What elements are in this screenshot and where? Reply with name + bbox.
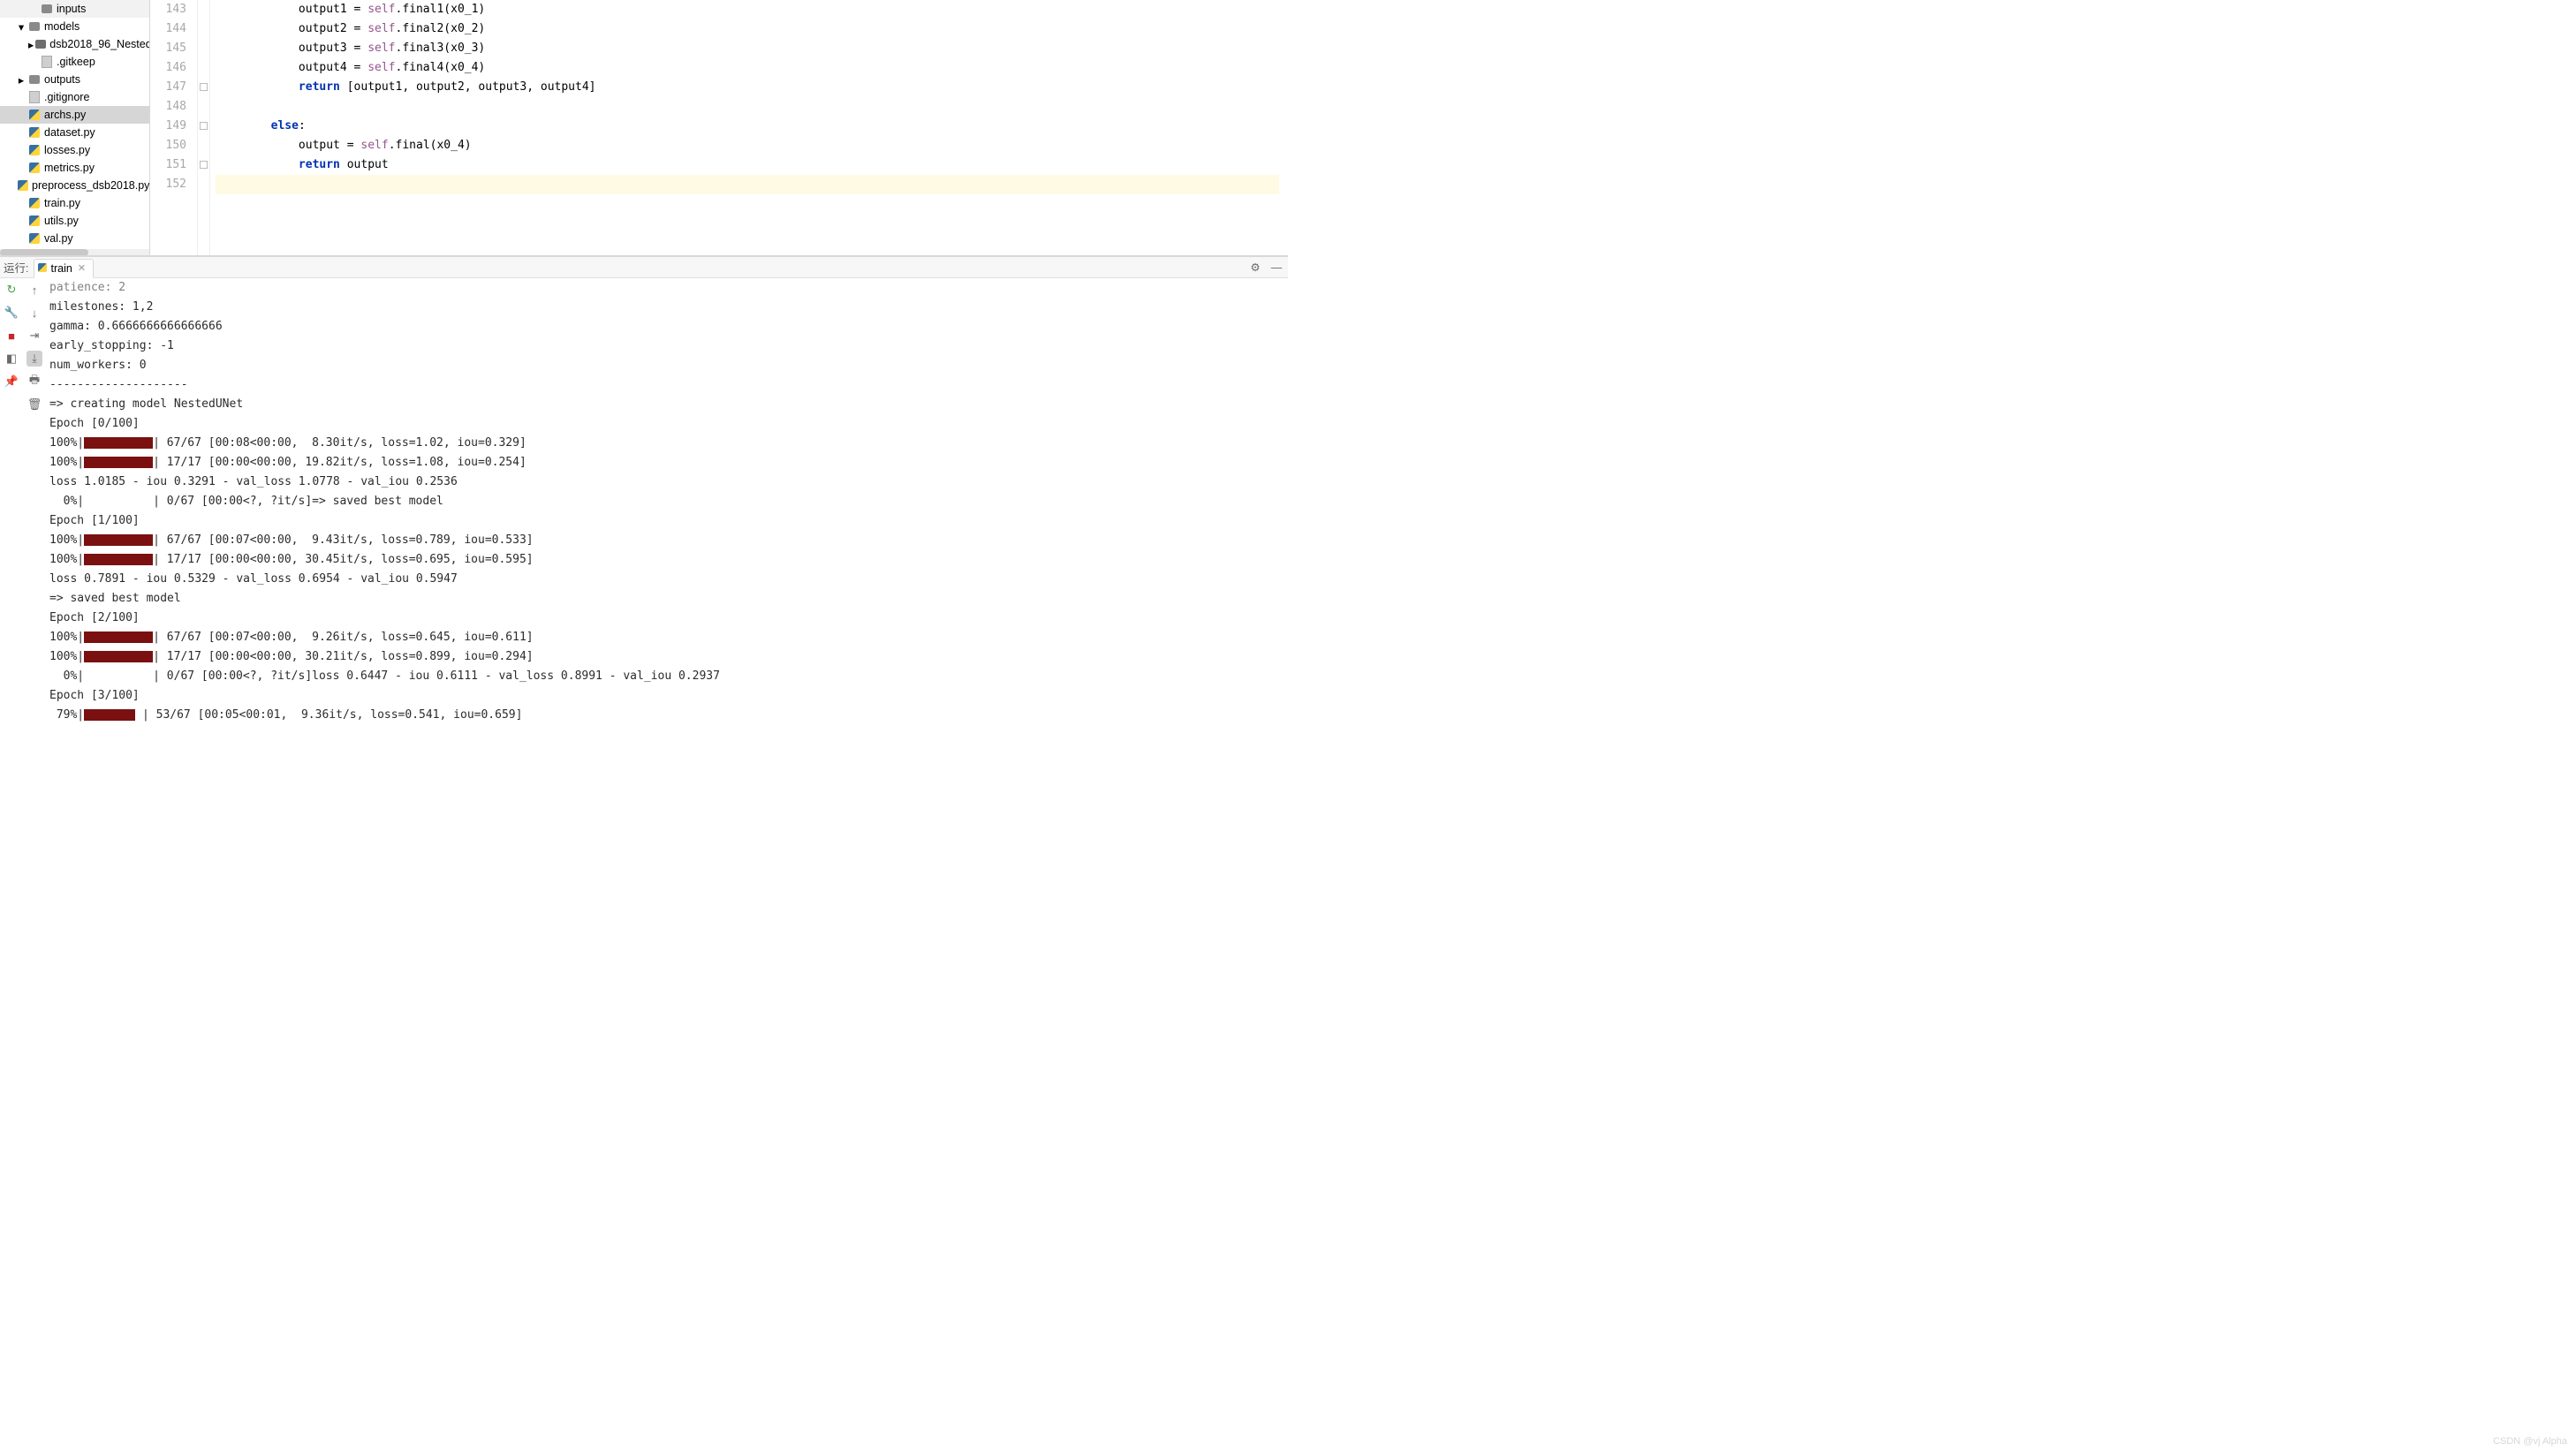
tree-item-label: utils.py: [44, 215, 79, 227]
chevron-none: [16, 163, 27, 173]
tree-item-archs.py[interactable]: archs.py: [0, 106, 149, 124]
chevron-none: [16, 145, 27, 155]
tree-item-inputs[interactable]: inputs: [0, 0, 149, 18]
progress-bar: [84, 554, 153, 565]
print-icon[interactable]: 🖶: [27, 374, 42, 389]
run-tab-name: train: [50, 262, 72, 275]
tree-item-label: .gitkeep: [57, 56, 95, 68]
progress-bar: [84, 709, 135, 721]
tree-item-label: train.py: [44, 197, 80, 209]
tree-item-.gitkeep[interactable]: .gitkeep: [0, 53, 149, 71]
chevron-none: [16, 233, 27, 244]
tree-item-val.py[interactable]: val.py: [0, 230, 149, 247]
tree-item-label: preprocess_dsb2018.py: [32, 179, 149, 192]
tree-item-.gitignore[interactable]: .gitignore: [0, 88, 149, 106]
chevron-right-icon[interactable]: ▸: [28, 39, 34, 49]
tree-item-label: val.py: [44, 232, 73, 245]
python-icon: [28, 232, 41, 245]
line-gutter: 143144145146147148149150151152: [150, 0, 198, 255]
folder-icon: [28, 20, 41, 33]
progress-bar: [84, 534, 153, 546]
code-area[interactable]: output1 = self.final1(x0_1) output2 = se…: [210, 0, 1279, 255]
progress-bar: [84, 457, 153, 468]
tree-item-dataset.py[interactable]: dataset.py: [0, 124, 149, 141]
sidebar-hscroll[interactable]: [0, 249, 149, 255]
tree-item-metrics.py[interactable]: metrics.py: [0, 159, 149, 177]
tree-item-label: outputs: [44, 73, 80, 86]
pin-icon[interactable]: 📌: [4, 374, 19, 389]
chevron-none: [16, 216, 27, 226]
tree-item-label: dataset.py: [44, 126, 95, 139]
trash-icon[interactable]: 🗑: [27, 397, 42, 412]
tree-item-label: .gitignore: [44, 91, 89, 103]
chevron-none: [16, 198, 27, 208]
chevron-none: [28, 4, 39, 14]
chevron-right-icon[interactable]: ▸: [16, 74, 27, 85]
python-icon: [18, 179, 28, 192]
rerun-icon[interactable]: ↻: [4, 282, 19, 298]
gear-icon[interactable]: ⚙: [1247, 260, 1263, 276]
python-icon: [28, 162, 41, 174]
tree-item-dsb2018_96_NestedUNet_woDS[interactable]: ▸ dsb2018_96_NestedUNet_woDS: [0, 35, 149, 53]
python-icon: [28, 215, 41, 227]
file-icon: [28, 91, 41, 103]
console-output[interactable]: patience: 2milestones: 1,2gamma: 0.66666…: [46, 278, 1288, 726]
file-icon: [41, 56, 53, 68]
chevron-none: [16, 110, 27, 120]
project-tree[interactable]: inputs ▾ models ▸ dsb2018_96_NestedUNet_woDS…: [0, 0, 150, 255]
scroll-to-end-icon[interactable]: ⤓: [27, 351, 42, 367]
tree-item-label: metrics.py: [44, 162, 95, 174]
tree-item-train.py[interactable]: train.py: [0, 194, 149, 212]
wrap-icon[interactable]: ⇥: [27, 328, 42, 344]
tool-icon[interactable]: 🔧: [4, 305, 19, 321]
tree-item-label: dsb2018_96_NestedUNet_woDS: [49, 38, 149, 50]
chevron-none: [16, 92, 27, 102]
progress-bar: [84, 670, 153, 682]
fold-gutter[interactable]: [198, 0, 210, 255]
close-icon[interactable]: ✕: [78, 262, 86, 274]
python-icon: [28, 197, 41, 209]
tree-item-outputs[interactable]: ▸ outputs: [0, 71, 149, 88]
tree-item-label: losses.py: [44, 144, 90, 156]
python-icon: [28, 109, 41, 121]
tree-item-losses.py[interactable]: losses.py: [0, 141, 149, 159]
run-tool-header: 运行: train ✕ ⚙ —: [0, 257, 1288, 278]
python-icon: [38, 262, 50, 275]
tree-item-label: models: [44, 20, 80, 33]
tree-item-models[interactable]: ▾ models: [0, 18, 149, 35]
watermark: CSDN @vj Alpha: [2493, 1436, 2567, 1447]
minimize-icon[interactable]: —: [1269, 260, 1284, 276]
layout-icon[interactable]: ◧: [4, 351, 19, 367]
folder-icon: [41, 3, 53, 15]
python-icon: [28, 126, 41, 139]
run-label: 运行:: [4, 259, 28, 276]
run-tab[interactable]: train ✕: [34, 259, 94, 278]
chevron-down-icon[interactable]: ▾: [16, 21, 27, 32]
up-icon[interactable]: ↑: [27, 282, 42, 298]
progress-bar: [84, 495, 153, 507]
folder-dark-icon: [35, 38, 46, 50]
tree-item-label: 外部库: [34, 248, 67, 250]
chevron-none: [16, 127, 27, 138]
progress-bar: [84, 651, 153, 662]
chevron-none: [28, 57, 39, 67]
tree-item-label: archs.py: [44, 109, 86, 121]
tree-item-label: inputs: [57, 3, 86, 15]
code-editor[interactable]: 143144145146147148149150151152 output1 =…: [150, 0, 1279, 255]
stop-icon[interactable]: ■: [4, 328, 19, 344]
python-icon: [28, 144, 41, 156]
down-icon[interactable]: ↓: [27, 305, 42, 321]
folder-icon: [28, 73, 41, 86]
progress-bar: [84, 437, 153, 449]
tree-item-preprocess_dsb2018.py[interactable]: preprocess_dsb2018.py: [0, 177, 149, 194]
tree-item-utils.py[interactable]: utils.py: [0, 212, 149, 230]
progress-bar: [84, 631, 153, 643]
